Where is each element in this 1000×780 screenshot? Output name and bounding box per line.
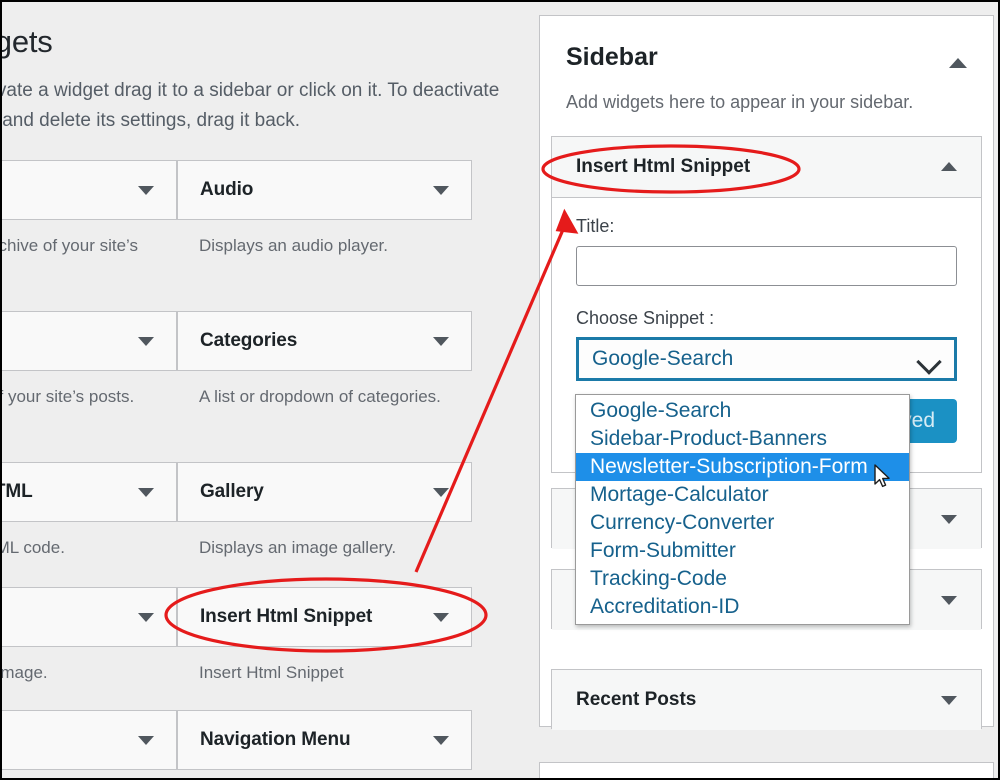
widget-description: A list or dropdown of categories.	[199, 387, 441, 406]
sidebar-widget-title: Insert Html Snippet	[576, 156, 751, 177]
widget-card-archives[interactable]: Archives A monthly archive of your site’…	[2, 160, 177, 286]
widget-title: Custom HTML	[2, 481, 33, 502]
widget-header[interactable]: Audio	[177, 160, 472, 220]
chevron-down-icon[interactable]	[941, 515, 957, 524]
chevron-down-icon[interactable]	[433, 186, 449, 195]
chevron-down-icon[interactable]	[433, 337, 449, 346]
dropdown-option[interactable]: Tracking-Code	[576, 565, 909, 593]
title-field-label: Title:	[576, 216, 615, 236]
widget-description: Displays an audio player.	[199, 236, 389, 255]
snippet-select[interactable]: Google-Search	[576, 337, 957, 381]
sidebar-panel-title: Sidebar	[566, 43, 658, 71]
widget-title: Insert Html Snippet	[200, 606, 373, 627]
widgets-admin-screen: Widgets To activate a widget drag it to …	[0, 0, 1000, 780]
chevron-down-icon[interactable]	[916, 349, 942, 375]
secondary-panel	[539, 762, 994, 778]
chevron-down-icon[interactable]	[433, 736, 449, 745]
widget-header[interactable]: Insert Html Snippet	[177, 587, 472, 647]
title-input[interactable]	[576, 246, 957, 286]
widget-header[interactable]: Custom HTML	[2, 462, 177, 522]
chevron-up-icon[interactable]	[941, 162, 957, 171]
choose-snippet-label: Choose Snippet :	[576, 308, 715, 328]
widget-title: Gallery	[200, 481, 264, 502]
sidebar-widget-title: Recent Posts	[576, 689, 697, 710]
widget-description: Displays an image gallery.	[199, 538, 397, 557]
chevron-down-icon[interactable]	[138, 488, 154, 497]
sidebar-widget-recent-posts[interactable]: Recent Posts	[551, 669, 982, 730]
chevron-down-icon[interactable]	[433, 488, 449, 497]
widget-card-meta[interactable]: Meta	[2, 710, 177, 770]
widget-card-image[interactable]: Image Displays an image.	[2, 587, 177, 686]
widget-description: Arbitrary HTML code.	[2, 538, 65, 557]
chevron-down-icon[interactable]	[433, 613, 449, 622]
dropdown-option[interactable]: Google-Search	[576, 397, 909, 425]
chevron-down-icon[interactable]	[941, 596, 957, 605]
available-widgets-region: Widgets To activate a widget drag it to …	[2, 2, 502, 778]
dropdown-option-selected[interactable]: Newsletter-Subscription-Form	[576, 453, 909, 481]
widget-card-navigation-menu[interactable]: Navigation Menu	[177, 710, 472, 770]
widget-header[interactable]: Navigation Menu	[177, 710, 472, 770]
chevron-up-icon[interactable]	[949, 58, 967, 68]
widget-card-custom-html[interactable]: Custom HTML Arbitrary HTML code.	[2, 462, 177, 561]
chevron-down-icon[interactable]	[138, 186, 154, 195]
widget-header[interactable]: Gallery	[177, 462, 472, 522]
dropdown-option[interactable]: Accreditation-ID	[576, 593, 909, 621]
dropdown-option[interactable]: Currency-Converter	[576, 509, 909, 537]
widget-header[interactable]: Archives	[2, 160, 177, 220]
widget-header[interactable]: Meta	[2, 710, 177, 770]
widget-card-calendar[interactable]: Calendar A calendar of your site’s posts…	[2, 311, 177, 410]
chevron-down-icon[interactable]	[138, 613, 154, 622]
snippet-dropdown-list[interactable]: Google-Search Sidebar-Product-Banners Ne…	[575, 394, 910, 625]
widget-title: Categories	[200, 330, 298, 351]
sidebar-widget-header[interactable]: Recent Posts	[552, 670, 981, 730]
widget-header[interactable]: Calendar	[2, 311, 177, 371]
widget-card-audio[interactable]: Audio Displays an audio player.	[177, 160, 472, 259]
dropdown-option[interactable]: Sidebar-Product-Banners	[576, 425, 909, 453]
widget-card-insert-html-snippet[interactable]: Insert Html Snippet Insert Html Snippet	[177, 587, 472, 686]
sidebar-widget-header[interactable]: Insert Html Snippet	[552, 137, 981, 198]
widget-header[interactable]: Categories	[177, 311, 472, 371]
chevron-down-icon[interactable]	[138, 736, 154, 745]
widget-description: Insert Html Snippet	[199, 663, 344, 682]
sidebar-panel-subtitle: Add widgets here to appear in your sideb…	[566, 92, 914, 112]
widget-card-gallery[interactable]: Gallery Displays an image gallery.	[177, 462, 472, 561]
widget-title: Audio	[200, 179, 254, 200]
widget-header[interactable]: Image	[2, 587, 177, 647]
dropdown-option[interactable]: Mortage-Calculator	[576, 481, 909, 509]
widget-description: Displays an image.	[2, 663, 48, 682]
widget-description: A calendar of your site’s posts.	[2, 387, 135, 406]
widget-title: Navigation Menu	[200, 729, 351, 750]
dropdown-option[interactable]: Form-Submitter	[576, 537, 909, 565]
widget-card-categories[interactable]: Categories A list or dropdown of categor…	[177, 311, 472, 410]
chevron-down-icon[interactable]	[138, 337, 154, 346]
widget-description: A monthly archive of your site’s Posts.	[2, 236, 139, 255]
snippet-select-value: Google-Search	[592, 347, 734, 370]
chevron-down-icon[interactable]	[941, 696, 957, 705]
page-title: Widgets	[2, 24, 53, 59]
page-description: To activate a widget drag it to a sideba…	[2, 80, 500, 131]
